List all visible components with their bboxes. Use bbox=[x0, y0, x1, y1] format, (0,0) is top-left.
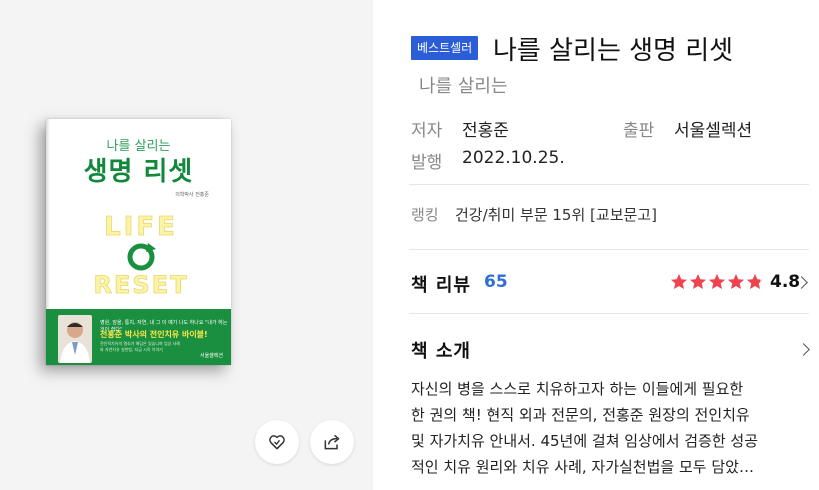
publish-date-value: 2022.10.25. bbox=[462, 148, 565, 168]
cover-band-headline: 전홍준 박사의 전인치유 바이블! bbox=[100, 330, 208, 339]
divider bbox=[409, 184, 809, 185]
publisher-value[interactable]: 서울셀렉션 bbox=[674, 116, 752, 141]
publish-date-label: 발행 bbox=[411, 153, 443, 173]
like-button[interactable] bbox=[255, 420, 299, 464]
publisher-label: 출판 bbox=[623, 121, 655, 141]
cover-author: 의학박사 전홍준 bbox=[175, 192, 209, 198]
product-info-panel: 베스트셀러 나를 살리는 생명 리셋 나를 살리는 저자 전홍준 출판 서울셀렉… bbox=[373, 0, 819, 490]
ranking-value[interactable]: 건강/취미 부문 15위 [교보문고] bbox=[455, 204, 657, 225]
book-subtitle: 나를 살리는 bbox=[419, 76, 508, 97]
intro-line: 자신의 병을 스스로 치유하고자 하는 이들에게 필요한 bbox=[411, 380, 744, 398]
review-count[interactable]: 65 bbox=[484, 272, 508, 292]
intro-section-label[interactable]: 책 소개 bbox=[411, 337, 471, 363]
ranking-label: 랭킹 bbox=[411, 206, 439, 224]
intro-line: 한 권의 책! 현직 외과 전문의, 전홍준 원장의 전인치유 bbox=[411, 406, 750, 424]
share-icon bbox=[324, 434, 340, 450]
life-reset-graphic: LIFE RESET bbox=[93, 212, 189, 300]
bestseller-badge: 베스트셀러 bbox=[411, 36, 479, 60]
intro-chevron-icon[interactable] bbox=[797, 343, 810, 356]
cover-band: 영원, 암을, 통치, 자연, 내 그 이 얘기 나도 하나요 "내가 하는 것… bbox=[46, 309, 231, 365]
star-rating bbox=[670, 273, 764, 291]
book-intro-text: 자신의 병을 스스로 치유하고자 하는 이들에게 필요한 한 권의 책! 현직 … bbox=[411, 376, 819, 480]
book-cover-image[interactable]: 나를 살리는 생명 리셋 의학박사 전홍준 LIFE RESET 영원, 암을,… bbox=[46, 119, 231, 365]
star-icon bbox=[747, 274, 763, 289]
divider bbox=[409, 313, 809, 314]
review-section-label[interactable]: 책 리뷰 bbox=[411, 271, 471, 297]
share-button[interactable] bbox=[310, 420, 354, 464]
heart-icon bbox=[269, 435, 285, 450]
cover-word-reset: RESET bbox=[94, 271, 189, 299]
author-label: 저자 bbox=[411, 121, 443, 141]
intro-line: 적인 치유 원리와 치유 사례, 자가실천법을 모두 담았… bbox=[411, 458, 754, 476]
star-icon bbox=[690, 274, 706, 289]
star-icon bbox=[728, 274, 744, 289]
book-title: 나를 살리는 생명 리셋 bbox=[493, 36, 734, 66]
star-icon bbox=[709, 274, 725, 289]
intro-line: 및 자가치유 안내서. 45년에 걸쳐 임상에서 검증한 성공 bbox=[411, 432, 759, 450]
star-icon bbox=[671, 274, 687, 289]
author-value[interactable]: 전홍준 bbox=[462, 116, 509, 141]
cover-title: 생명 리셋 bbox=[83, 157, 194, 187]
author-photo bbox=[58, 315, 92, 363]
cover-band-detail: 전인적치유의 열쇠가 해답은 있습니까 임상 사례와 자연치유 실천법, 지금 … bbox=[100, 341, 180, 352]
cover-publisher: 서울셀렉션 bbox=[199, 353, 223, 359]
divider bbox=[409, 249, 809, 250]
book-cover-panel: 나를 살리는 생명 리셋 의학박사 전홍준 LIFE RESET 영원, 암을,… bbox=[0, 0, 373, 490]
cover-word-life: LIFE bbox=[104, 212, 178, 242]
